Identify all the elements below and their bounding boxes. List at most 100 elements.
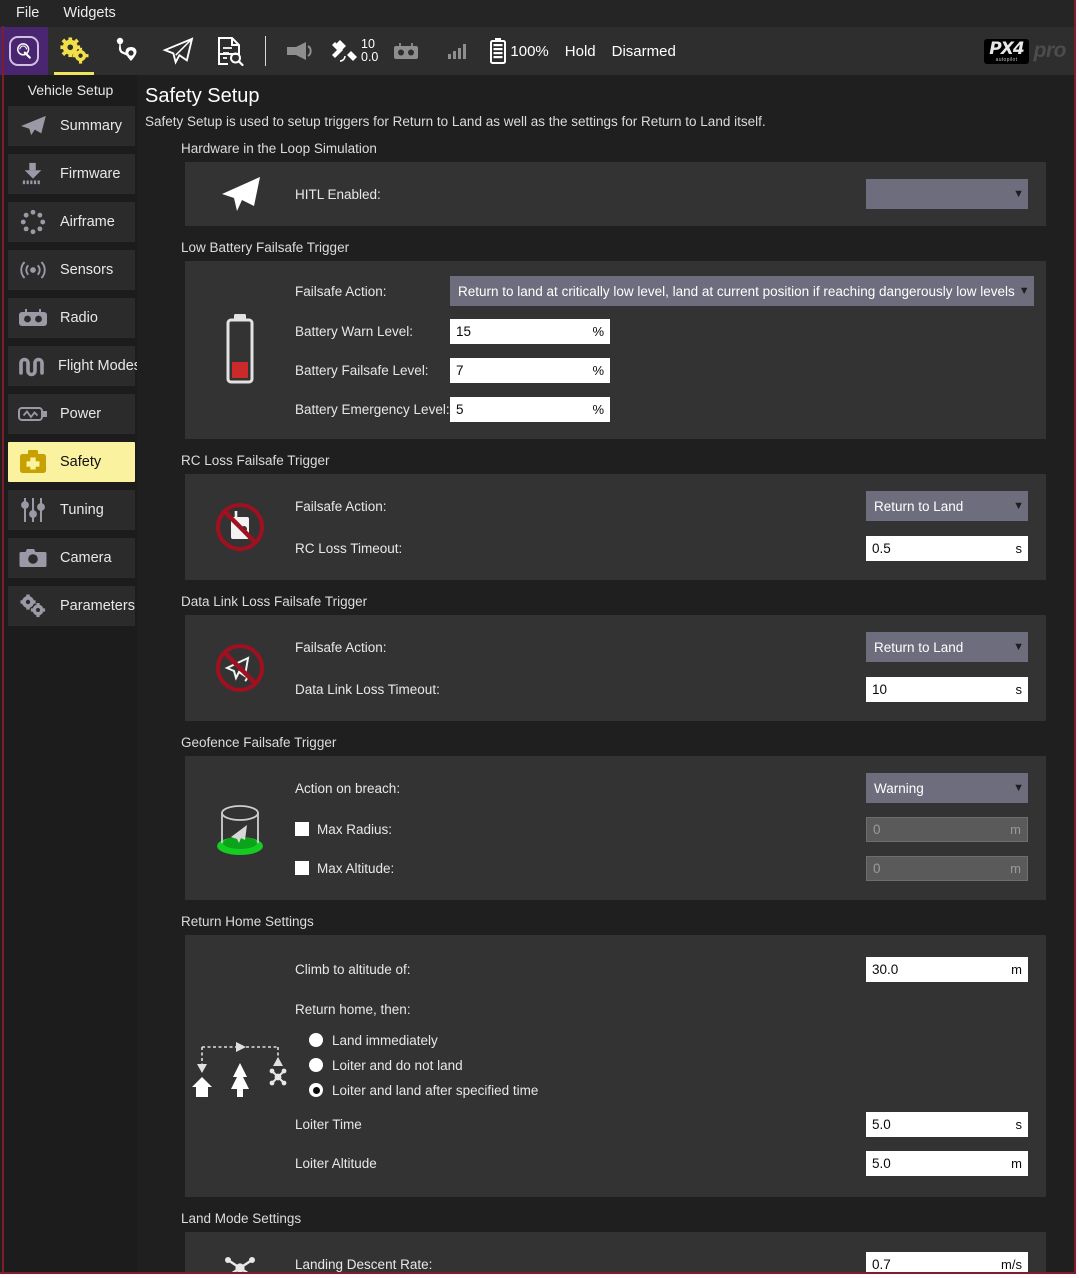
geofence-action-combobox[interactable]: Warning ▼ <box>866 773 1028 803</box>
sensors-icon <box>18 257 48 283</box>
menu-item-file[interactable]: File <box>10 3 51 24</box>
main-toolbar: 10 0.0 100% <box>0 27 1076 75</box>
battery-failsafe-level-input[interactable]: 7 % <box>450 358 610 383</box>
sidebar-item-sensors[interactable]: Sensors <box>8 250 135 290</box>
qgc-logo-icon[interactable] <box>0 27 48 75</box>
px4-subtext: autopilot <box>996 57 1018 63</box>
sidebar-item-airframe[interactable]: Airframe <box>8 202 135 242</box>
flight-modes-icon <box>18 353 46 379</box>
section-title-hitl: Hardware in the Loop Simulation <box>181 141 1074 156</box>
sidebar-item-firmware[interactable]: Firmware <box>8 154 135 194</box>
max-radius-label: Max Radius: <box>317 822 392 837</box>
hitl-enabled-combobox[interactable]: ▼ <box>866 179 1028 209</box>
analyze-document-icon[interactable] <box>204 27 256 75</box>
battery-warn-level-unit: % <box>592 324 604 339</box>
sidebar-label-flight-modes: Flight Modes <box>58 358 141 374</box>
max-radius-input[interactable]: 0 m <box>866 817 1028 842</box>
flight-mode-label[interactable]: Hold <box>565 43 596 60</box>
radio-button-loiter-then-land[interactable] <box>309 1083 323 1097</box>
max-radius-value: 0 <box>873 822 881 837</box>
rc-loss-failsafe-action-combobox[interactable]: Return to Land ▼ <box>866 491 1028 521</box>
messages-megaphone-icon[interactable] <box>275 27 327 75</box>
radio-button-land-immediately[interactable] <box>309 1033 323 1047</box>
geofence-icon <box>185 797 295 859</box>
radio-land-immediately[interactable]: Land immediately <box>295 1029 1028 1051</box>
max-altitude-input[interactable]: 0 m <box>866 856 1028 881</box>
section-title-data-link-loss: Data Link Loss Failsafe Trigger <box>181 594 1074 609</box>
setup-gears-icon[interactable] <box>48 27 100 75</box>
max-radius-checkbox[interactable] <box>295 822 309 836</box>
battery-warn-level-input[interactable]: 15 % <box>450 319 610 344</box>
sidebar-item-radio[interactable]: Radio <box>8 298 135 338</box>
data-link-failsafe-action-combobox[interactable]: Return to Land ▼ <box>866 632 1028 662</box>
data-link-timeout-input[interactable]: 10 s <box>866 677 1028 702</box>
radio-loiter-no-land[interactable]: Loiter and do not land <box>295 1054 1028 1076</box>
sidebar-item-power[interactable]: Power <box>8 394 135 434</box>
firmware-download-icon <box>18 161 48 187</box>
panel-land-mode: Landing Descent Rate: 0.7 m/s ✓ Disarm A… <box>185 1232 1046 1274</box>
airframe-icon <box>18 209 48 235</box>
chevron-down-icon: ▼ <box>1009 189 1024 200</box>
window-left-accent <box>2 26 4 1274</box>
sidebar-label-power: Power <box>60 406 101 422</box>
battery-status-icon[interactable] <box>484 27 506 75</box>
loiter-altitude-value: 5.0 <box>872 1156 891 1171</box>
loiter-time-value: 5.0 <box>872 1117 891 1132</box>
toolbar-divider <box>265 36 266 66</box>
panel-hitl: HITL Enabled: ▼ <box>185 162 1046 226</box>
max-altitude-label: Max Altitude: <box>317 861 394 876</box>
panel-rc-loss: Failsafe Action: Return to Land ▼ RC Los… <box>185 474 1046 580</box>
data-link-timeout-label: Data Link Loss Timeout: <box>295 682 440 697</box>
telemetry-signal-icon[interactable] <box>432 27 484 75</box>
sidebar-item-parameters[interactable]: Parameters <box>8 586 135 626</box>
data-link-loss-icon <box>185 642 295 694</box>
menu-item-widgets[interactable]: Widgets <box>57 3 127 24</box>
sidebar-item-summary[interactable]: Summary <box>8 106 135 146</box>
max-altitude-checkbox[interactable] <box>295 861 309 875</box>
fly-view-paper-plane-icon[interactable] <box>152 27 204 75</box>
chevron-down-icon: ▼ <box>1009 783 1024 794</box>
data-link-timeout-value: 10 <box>872 682 887 697</box>
loiter-time-input[interactable]: 5.0 s <box>866 1112 1028 1137</box>
sidebar-label-sensors: Sensors <box>60 262 113 278</box>
gps-status-indicator[interactable]: 10 0.0 <box>327 27 380 75</box>
battery-low-icon <box>185 314 295 386</box>
menu-bar: File Widgets <box>0 0 1076 27</box>
data-link-failsafe-action-label: Failsafe Action: <box>295 640 387 655</box>
battery-emergency-level-input[interactable]: 5 % <box>450 397 610 422</box>
data-link-failsafe-action-value: Return to Land <box>874 640 963 655</box>
battery-emergency-level-label: Battery Emergency Level: <box>295 402 450 417</box>
battery-failsafe-action-combobox[interactable]: Return to land at critically low level, … <box>450 276 1034 306</box>
brand-area: PX4 autopilot pro <box>984 39 1066 64</box>
arm-state-label[interactable]: Disarmed <box>612 43 676 60</box>
radio-loiter-then-land[interactable]: Loiter and land after specified time <box>295 1079 1028 1101</box>
gps-hdop-value: 0.0 <box>361 51 378 64</box>
loiter-altitude-input[interactable]: 5.0 m <box>866 1151 1028 1176</box>
sidebar-item-flight-modes[interactable]: Flight Modes <box>8 346 135 386</box>
sidebar-label-airframe: Airframe <box>60 214 115 230</box>
sidebar-label-parameters: Parameters <box>60 598 135 614</box>
power-battery-icon <box>18 401 48 427</box>
hitl-plane-icon <box>185 174 295 214</box>
rc-controller-icon[interactable] <box>380 27 432 75</box>
parameters-gears-icon <box>18 593 48 619</box>
landing-descent-rate-input[interactable]: 0.7 m/s <box>866 1252 1028 1275</box>
sidebar-item-camera[interactable]: Camera <box>8 538 135 578</box>
climb-altitude-value: 30.0 <box>872 962 898 977</box>
climb-altitude-input[interactable]: 30.0 m <box>866 957 1028 982</box>
battery-failsafe-level-unit: % <box>592 363 604 378</box>
vehicle-setup-sidebar: Vehicle Setup Summary <box>4 75 137 1274</box>
sidebar-item-tuning[interactable]: Tuning <box>8 490 135 530</box>
sidebar-item-safety[interactable]: Safety <box>8 442 135 482</box>
rc-loss-timeout-input[interactable]: 0.5 s <box>866 536 1028 561</box>
radio-button-loiter-no-land[interactable] <box>309 1058 323 1072</box>
panel-return-home: Climb to altitude of: 30.0 m Return home… <box>185 935 1046 1197</box>
app-root: File Widgets <box>0 0 1079 1278</box>
plan-route-icon[interactable] <box>100 27 152 75</box>
battery-warn-level-label: Battery Warn Level: <box>295 324 450 339</box>
section-title-low-battery: Low Battery Failsafe Trigger <box>181 240 1074 255</box>
battery-percent-label: 100% <box>510 43 548 60</box>
panel-geofence: Action on breach: Warning ▼ Max Radius: <box>185 756 1046 900</box>
battery-failsafe-action-value: Return to land at critically low level, … <box>458 284 1015 299</box>
camera-icon <box>18 545 48 571</box>
